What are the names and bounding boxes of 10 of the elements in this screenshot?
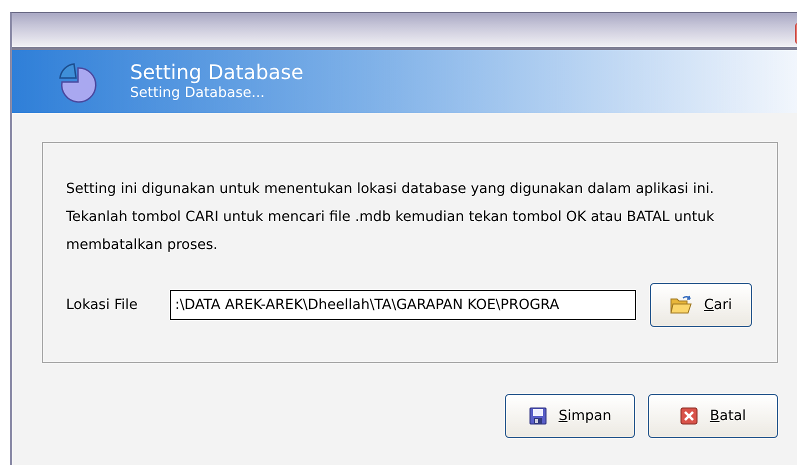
cancel-button[interactable]: Batal: [648, 394, 778, 438]
field-label: Lokasi File: [66, 297, 139, 313]
header-subtitle: Setting Database...: [130, 84, 266, 102]
browse-button[interactable]: Cari: [650, 283, 752, 327]
file-path-field[interactable]: :\DATA AREK-AREK\Dheellah\TA\GARAPAN KOE\PROGRA: [170, 290, 636, 320]
description-text: Setting ini digunakan untuk menentukan lokasi database yang digunakan dalam aplikasi ini. Tekanlah tombol CARI untuk mencari file .mdb kemudian tekan tombol OK atau BATAL untuk membatalkan proses.: [66, 180, 716, 255]
save-button[interactable]: Simpan: [505, 394, 635, 438]
folder-icon: [670, 295, 692, 315]
header-title: Setting Database: [130, 60, 304, 82]
cancel-icon: [680, 407, 698, 425]
